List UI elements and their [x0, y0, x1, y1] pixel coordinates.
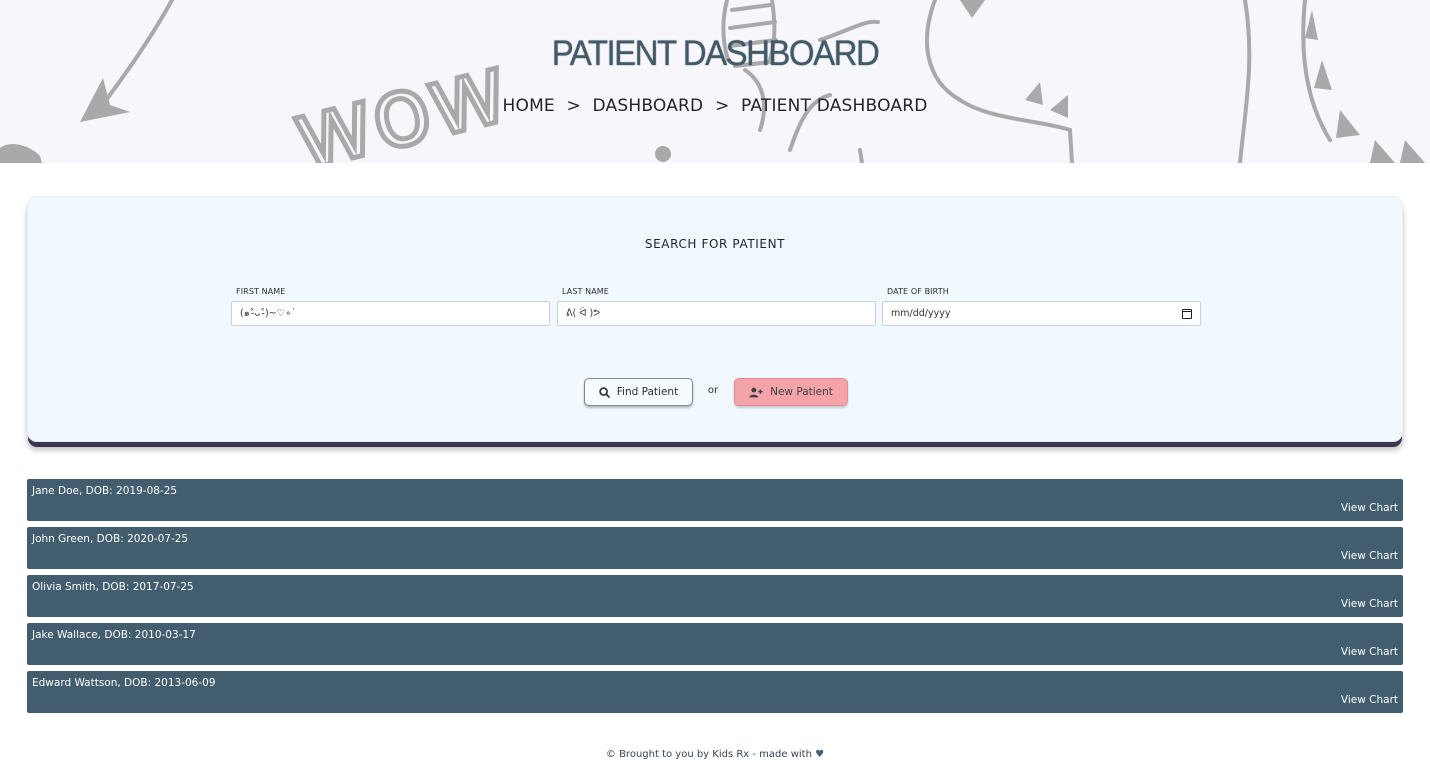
- footer: © Brought to you by Kids Rx - made with …: [0, 749, 1430, 760]
- first-name-input[interactable]: (๑˃̵ᴗ˂̵)~♡∘˙: [231, 301, 550, 326]
- date-of-birth-input[interactable]: mm/dd/yyyy: [882, 301, 1201, 326]
- date-of-birth-field: DATE OF BIRTH mm/dd/yyyy: [882, 287, 1201, 326]
- find-patient-label: Find Patient: [616, 386, 679, 398]
- breadcrumb-home[interactable]: HOME: [503, 96, 555, 116]
- user-plus-icon: [749, 387, 763, 397]
- breadcrumb-separator: >: [566, 96, 581, 116]
- patient-row: Jane Doe, DOB: 2019-08-25 View Chart: [27, 479, 1403, 521]
- view-chart-link[interactable]: View Chart: [1341, 550, 1398, 562]
- search-actions: Find Patient or New Patient: [28, 378, 1402, 406]
- view-chart-link[interactable]: View Chart: [1341, 694, 1398, 706]
- last-name-field: LAST NAME ᕕ( ᐛ )ᕗ: [557, 287, 876, 326]
- find-patient-button[interactable]: Find Patient: [584, 378, 693, 406]
- patient-name: Jake Wallace, DOB: 2010-03-17: [32, 629, 196, 641]
- patient-name: Jane Doe, DOB: 2019-08-25: [32, 485, 178, 497]
- date-of-birth-label: DATE OF BIRTH: [887, 287, 949, 296]
- or-separator: or: [707, 385, 719, 396]
- new-patient-label: New Patient: [770, 386, 833, 398]
- patient-name: Edward Wattson, DOB: 2013-06-09: [32, 677, 216, 689]
- patient-row: Jake Wallace, DOB: 2010-03-17 View Chart: [27, 623, 1403, 665]
- view-chart-link[interactable]: View Chart: [1341, 598, 1398, 610]
- patient-row: John Green, DOB: 2020-07-25 View Chart: [27, 527, 1403, 569]
- breadcrumb-patient-dashboard: PATIENT DASHBOARD: [741, 96, 928, 116]
- heart-icon: ♥: [815, 749, 825, 760]
- breadcrumb-separator: >: [714, 96, 730, 116]
- footer-text: © Brought to you by Kids Rx - made with: [605, 749, 812, 760]
- patient-name: Olivia Smith, DOB: 2017-07-25: [32, 581, 194, 593]
- last-name-label: LAST NAME: [562, 287, 609, 296]
- view-chart-link[interactable]: View Chart: [1341, 646, 1398, 658]
- patient-name: John Green, DOB: 2020-07-25: [32, 533, 189, 545]
- calendar-icon[interactable]: [1182, 308, 1192, 319]
- new-patient-button[interactable]: New Patient: [734, 378, 848, 406]
- patient-row: Olivia Smith, DOB: 2017-07-25 View Chart: [27, 575, 1403, 617]
- first-name-value: (๑˃̵ᴗ˂̵)~♡∘˙: [240, 308, 296, 319]
- breadcrumb: HOME > DASHBOARD > PATIENT DASHBOARD: [0, 96, 1430, 116]
- view-chart-link[interactable]: View Chart: [1341, 502, 1398, 514]
- hero-banner: wow PATIENT DASHBOARD HOME > DASHBOARD >…: [0, 0, 1430, 163]
- last-name-input[interactable]: ᕕ( ᐛ )ᕗ: [557, 301, 876, 326]
- search-patient-card: SEARCH FOR PATIENT FIRST NAME (๑˃̵ᴗ˂̵)~♡…: [27, 196, 1403, 442]
- breadcrumb-dashboard[interactable]: DASHBOARD: [593, 96, 704, 116]
- patient-row: Edward Wattson, DOB: 2013-06-09 View Cha…: [27, 671, 1403, 713]
- search-icon: [599, 386, 610, 398]
- date-of-birth-placeholder: mm/dd/yyyy: [891, 308, 951, 319]
- first-name-label: FIRST NAME: [236, 287, 286, 296]
- search-title: SEARCH FOR PATIENT: [644, 237, 786, 251]
- last-name-value: ᕕ( ᐛ )ᕗ: [566, 308, 601, 319]
- dinosaur-doodle-illustration: wow: [0, 0, 1425, 163]
- first-name-field: FIRST NAME (๑˃̵ᴗ˂̵)~♡∘˙: [231, 287, 550, 326]
- page-title: PATIENT DASHBOARD: [551, 32, 880, 73]
